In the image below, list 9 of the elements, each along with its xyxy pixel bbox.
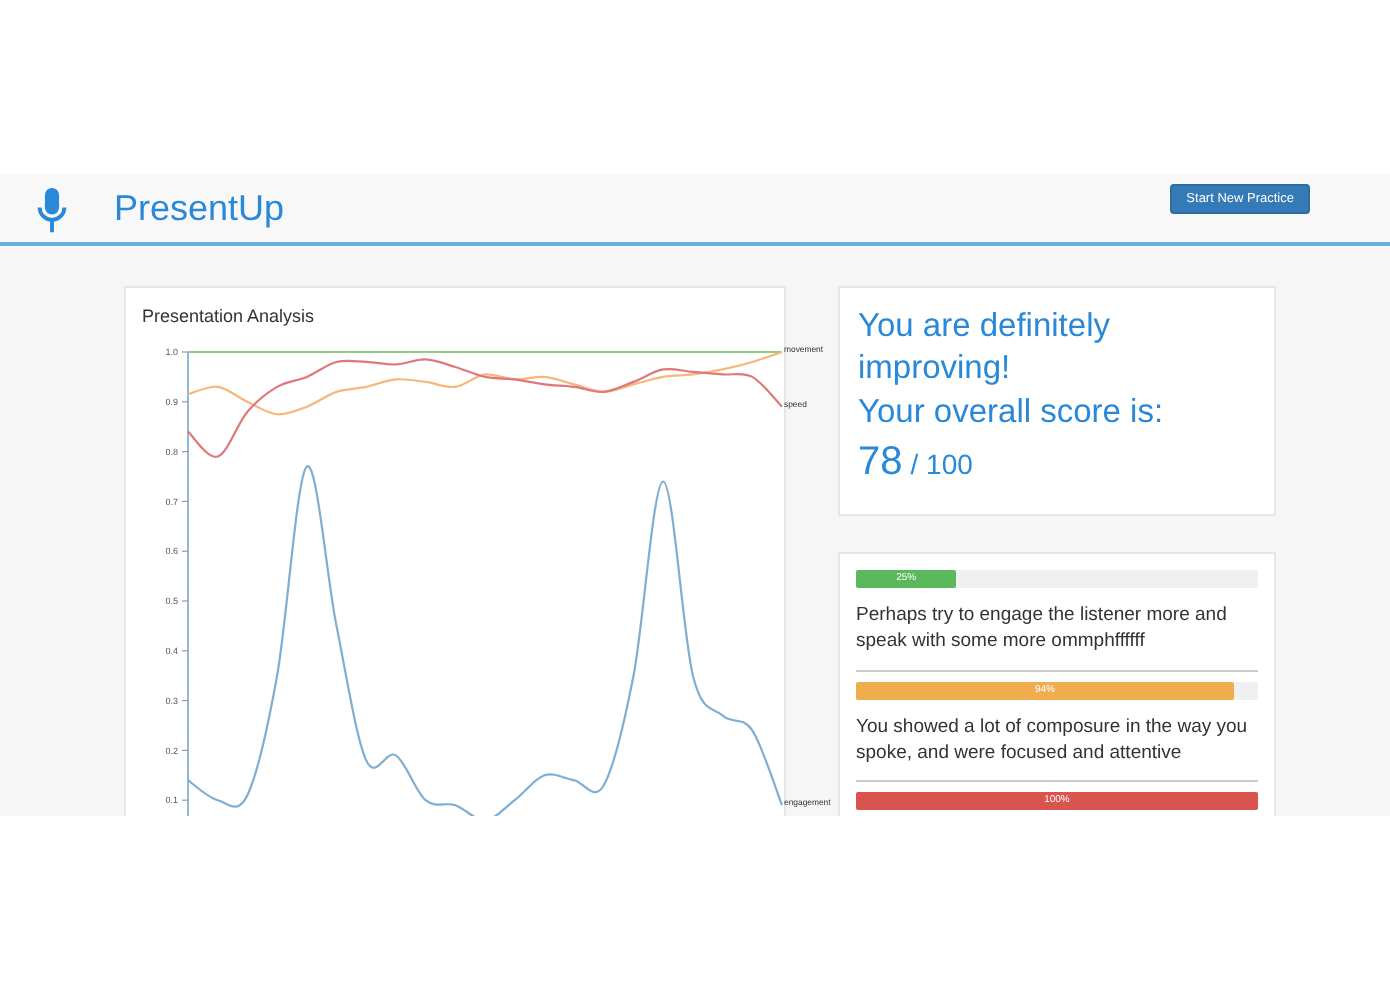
score-max: / 100 (910, 448, 973, 481)
feedback-text: Perhaps try to engage the listener more and speak with some more ommphffffff (856, 602, 1229, 656)
score-value: 78 (858, 440, 903, 485)
chart-title: Presentation Analysis (140, 304, 317, 330)
microphone-icon (34, 187, 70, 233)
app-title: PresentUp (114, 187, 285, 229)
headline: You are definitely improving! (858, 306, 1112, 391)
score-label: Your overall score is: (858, 391, 1166, 434)
feedback-text: You showed a lot of composure in the way you spoke, and were focused and attentive (856, 713, 1250, 767)
